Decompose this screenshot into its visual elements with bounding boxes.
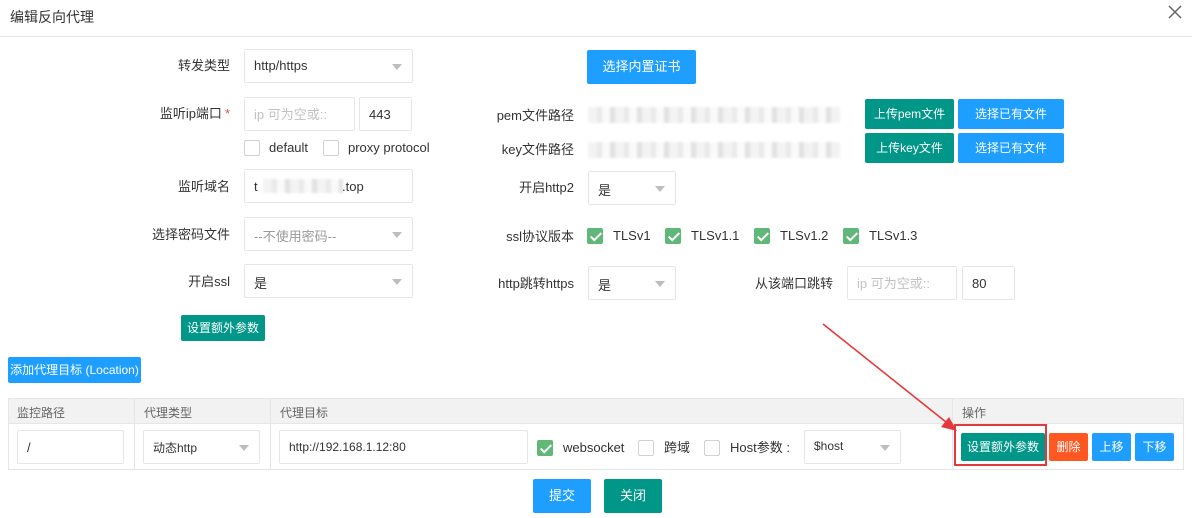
chevron-down-icon bbox=[655, 186, 665, 192]
redirect-port-label: 从该端口跳转 bbox=[754, 276, 833, 291]
listen-port-input[interactable] bbox=[359, 97, 412, 131]
http-to-https-value: 是 bbox=[598, 278, 612, 293]
upload-pem-button[interactable]: 上传pem文件 bbox=[865, 99, 954, 129]
choose-pem-button[interactable]: 选择已有文件 bbox=[958, 99, 1064, 129]
cross-domain-label: 跨域 bbox=[664, 440, 691, 455]
proxy-type-value: 动态http bbox=[153, 441, 198, 455]
host-param-value: $host bbox=[814, 439, 844, 453]
host-param-label: Host参数 : bbox=[730, 440, 790, 455]
forward-type-select[interactable]: http/https bbox=[244, 49, 413, 83]
enable-http2-value: 是 bbox=[598, 183, 612, 198]
default-checkbox[interactable] bbox=[244, 140, 260, 156]
listen-domain-input[interactable]: t .top bbox=[244, 169, 413, 203]
tlsv1-3-checkbox[interactable] bbox=[843, 228, 859, 244]
chevron-down-icon bbox=[392, 64, 402, 70]
forward-type-label: 转发类型 bbox=[177, 58, 230, 73]
tlsv1-1-label: TLSv1.1 bbox=[691, 228, 740, 243]
tlsv1-3-label: TLSv1.3 bbox=[869, 228, 918, 243]
tlsv1-2-label: TLSv1.2 bbox=[780, 228, 829, 243]
proxy-protocol-label: proxy protocol bbox=[348, 140, 430, 155]
close-icon[interactable] bbox=[1166, 3, 1184, 21]
host-param-checkbox[interactable] bbox=[704, 440, 720, 456]
key-path-label: key文件路径 bbox=[501, 142, 574, 157]
key-path-value bbox=[588, 142, 840, 158]
chevron-down-icon bbox=[880, 445, 890, 451]
redirect-ip-input[interactable] bbox=[847, 266, 957, 300]
redirect-port-input[interactable] bbox=[962, 266, 1015, 300]
listen-ip-input[interactable] bbox=[244, 97, 355, 131]
forward-type-value: http/https bbox=[254, 58, 308, 73]
tlsv1-label: TLSv1 bbox=[613, 228, 651, 243]
close-button[interactable]: 关闭 bbox=[604, 479, 662, 513]
cross-domain-checkbox[interactable] bbox=[638, 440, 654, 456]
listen-port-label-text: 监听ip端口 bbox=[159, 106, 222, 121]
move-up-button[interactable]: 上移 bbox=[1092, 433, 1131, 461]
add-location-button[interactable]: 添加代理目标 (Location) bbox=[8, 357, 141, 383]
enable-ssl-select[interactable]: 是 bbox=[244, 264, 413, 298]
password-file-label: 选择密码文件 bbox=[151, 227, 230, 242]
http-to-https-select[interactable]: 是 bbox=[588, 266, 676, 300]
listen-domain-label: 监听域名 bbox=[177, 179, 230, 194]
chevron-down-icon bbox=[655, 281, 665, 287]
websocket-checkbox[interactable] bbox=[537, 440, 553, 456]
pem-path-label: pem文件路径 bbox=[496, 108, 574, 123]
listen-port-label: 监听ip端口 * bbox=[120, 105, 230, 123]
listen-domain-blurred bbox=[263, 179, 343, 193]
extra-params-button[interactable]: 设置额外参数 bbox=[181, 315, 265, 341]
delete-button[interactable]: 删除 bbox=[1049, 433, 1088, 461]
upload-key-button[interactable]: 上传key文件 bbox=[865, 133, 954, 163]
proxy-type-select[interactable]: 动态http bbox=[143, 430, 260, 464]
annotation-arrow-icon bbox=[822, 323, 957, 431]
tlsv1-2-checkbox[interactable] bbox=[754, 228, 770, 244]
proxy-target-input[interactable] bbox=[279, 430, 528, 464]
password-file-value: --不使用密码-- bbox=[254, 229, 337, 244]
th-proxy-type: 代理类型 bbox=[144, 406, 193, 420]
th-actions: 操作 bbox=[962, 406, 987, 420]
http-to-https-label: http跳转https bbox=[498, 276, 574, 291]
default-label: default bbox=[269, 140, 309, 155]
chevron-down-icon bbox=[392, 232, 402, 238]
pem-path-value bbox=[588, 107, 840, 123]
builtin-cert-button[interactable]: 选择内置证书 bbox=[587, 50, 696, 84]
dialog-title: 编辑反向代理 bbox=[10, 9, 94, 25]
submit-button[interactable]: 提交 bbox=[533, 479, 591, 513]
col-divider bbox=[270, 398, 271, 470]
tlsv1-1-checkbox[interactable] bbox=[665, 228, 681, 244]
tlsv1-checkbox[interactable] bbox=[587, 228, 603, 244]
chevron-down-icon bbox=[239, 445, 249, 451]
choose-key-button[interactable]: 选择已有文件 bbox=[958, 133, 1064, 163]
chevron-down-icon bbox=[392, 279, 402, 285]
col-divider bbox=[134, 398, 135, 470]
move-down-button[interactable]: 下移 bbox=[1135, 433, 1174, 461]
enable-http2-label: 开启http2 bbox=[519, 180, 574, 195]
ssl-version-label: ssl协议版本 bbox=[506, 229, 574, 244]
proxy-protocol-checkbox[interactable] bbox=[323, 140, 339, 156]
listen-domain-prefix: t bbox=[254, 179, 258, 194]
header-divider bbox=[0, 36, 1192, 37]
th-proxy-target: 代理目标 bbox=[280, 406, 329, 420]
required-mark: * bbox=[224, 106, 230, 121]
password-file-select[interactable]: --不使用密码-- bbox=[244, 217, 413, 251]
listen-domain-suffix: .top bbox=[342, 179, 364, 194]
enable-ssl-value: 是 bbox=[254, 276, 268, 291]
enable-ssl-label: 开启ssl bbox=[188, 274, 230, 289]
row-extra-params-button[interactable]: 设置额外参数 bbox=[961, 433, 1045, 461]
websocket-label: websocket bbox=[563, 440, 625, 455]
path-input[interactable] bbox=[17, 430, 124, 464]
enable-http2-select[interactable]: 是 bbox=[588, 171, 676, 205]
th-path: 监控路径 bbox=[17, 406, 66, 420]
